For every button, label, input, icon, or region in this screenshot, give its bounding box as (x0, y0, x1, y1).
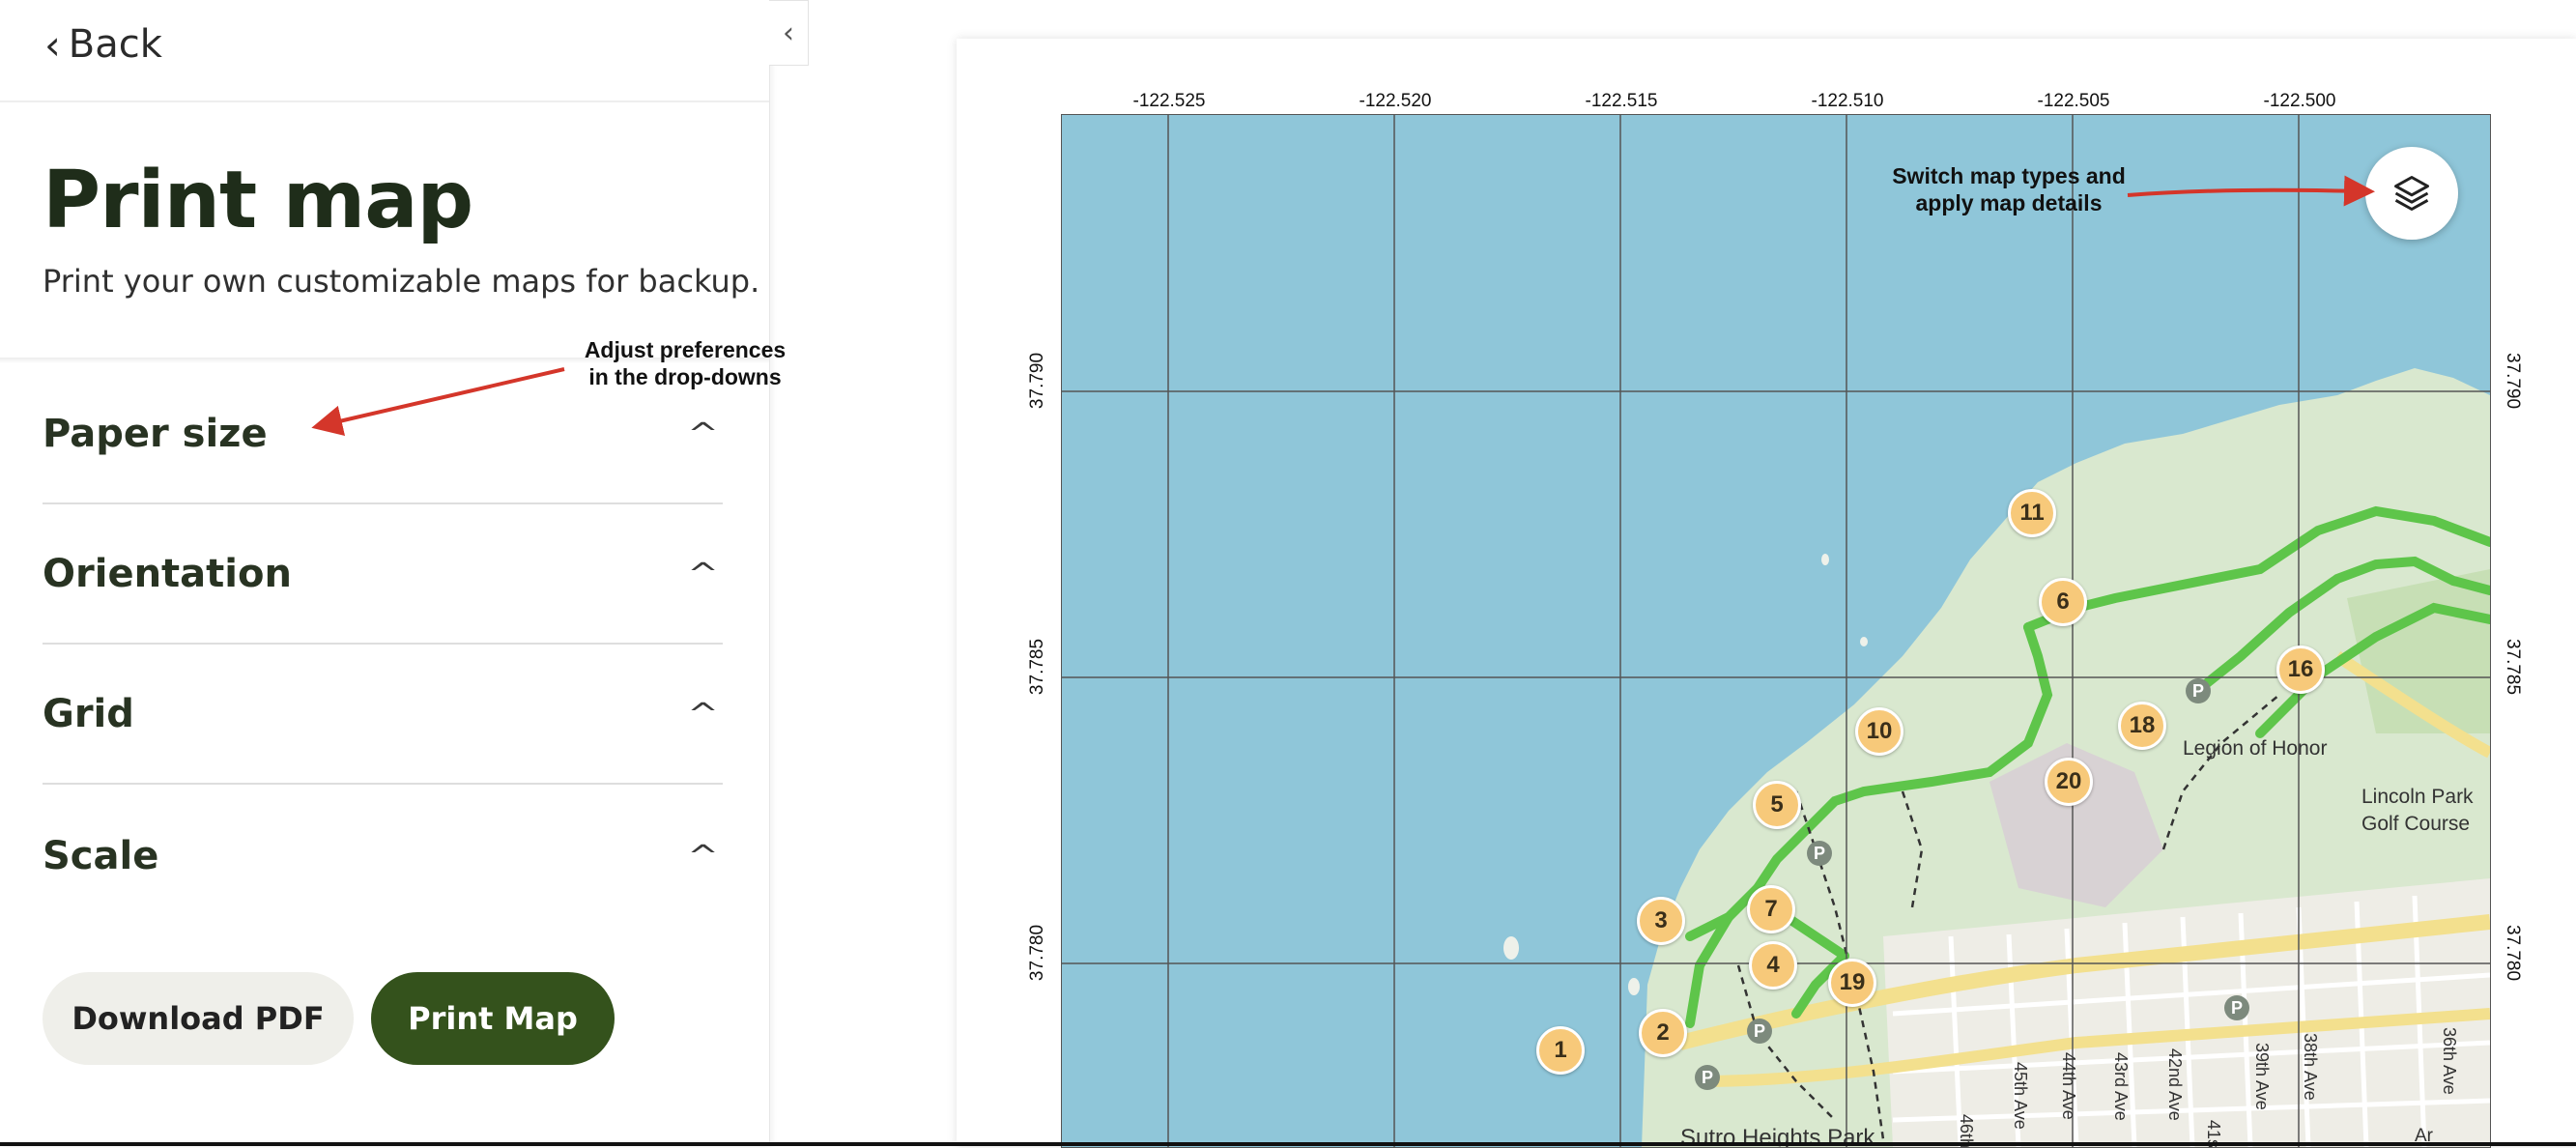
rock (1821, 554, 1829, 565)
parking-icon: P (1695, 1065, 1720, 1090)
parking-icon: P (1747, 1019, 1772, 1044)
parking-icon: P (2186, 678, 2211, 703)
rock (1860, 637, 1868, 646)
map-layers-button[interactable] (2365, 147, 2458, 240)
lat-tick: 37.790 (2503, 352, 2523, 410)
waypoint-marker[interactable]: 18 (2118, 702, 2166, 750)
annotation-line: Switch map types and (1892, 163, 2126, 188)
street-label: 42nd Ave (2165, 1048, 2185, 1121)
street-label: 44th Ave (2059, 1052, 2078, 1120)
svg-text:P: P (2231, 998, 2243, 1018)
annotation-line: apply map details (1915, 190, 2103, 215)
street-label: 36th Ave (2440, 1027, 2459, 1095)
waypoint-marker[interactable]: 1 (1536, 1026, 1585, 1075)
parking-icon: P (2224, 995, 2249, 1020)
waypoint-marker[interactable]: 5 (1753, 781, 1801, 829)
lat-tick: 37.780 (2503, 924, 2523, 982)
svg-text:P: P (1702, 1068, 1713, 1087)
lon-tick: -122.525 (1132, 91, 1206, 111)
rock (1503, 936, 1519, 960)
bottom-edge (0, 1142, 2576, 1146)
lat-tick: 37.780 (1027, 924, 1047, 982)
map-label-golf: Golf Course (2361, 813, 2470, 835)
lat-tick: 37.785 (2503, 638, 2523, 696)
street-label: 43rd Ave (2111, 1052, 2131, 1121)
waypoint-marker[interactable]: 20 (2045, 758, 2093, 806)
map-label-lincoln: Lincoln Park (2361, 786, 2474, 808)
svg-text:P: P (1814, 844, 1825, 863)
lon-tick: -122.500 (2263, 91, 2336, 111)
lon-tick: -122.520 (1359, 91, 1432, 111)
waypoint-marker[interactable]: 7 (1747, 885, 1795, 933)
street-label: 39th Ave (2252, 1043, 2272, 1110)
lon-tick: -122.515 (1585, 91, 1658, 111)
rock (1628, 978, 1640, 995)
map-svg: Legion of Honor Lincoln Park Golf Course… (1062, 115, 2490, 1147)
parking-icon: P (1807, 841, 1832, 866)
waypoint-marker[interactable]: 11 (2008, 489, 2056, 537)
layers-icon (2394, 176, 2429, 211)
waypoint-marker[interactable]: 3 (1637, 897, 1685, 945)
map-canvas[interactable]: Legion of Honor Lincoln Park Golf Course… (1061, 114, 2491, 1148)
svg-text:P: P (1754, 1021, 1765, 1041)
map-label-legion: Legion of Honor (2183, 737, 2327, 760)
waypoint-marker[interactable]: 2 (1639, 1009, 1687, 1057)
lon-tick: -122.505 (2037, 91, 2110, 111)
layers-annotation: Switch map types and apply map details (1878, 162, 2139, 216)
waypoint-marker[interactable]: 6 (2039, 578, 2087, 626)
street-label: 45th Ave (2011, 1062, 2030, 1130)
svg-text:P: P (2192, 681, 2204, 701)
lon-tick: -122.510 (1811, 91, 1884, 111)
lat-tick: 37.785 (1027, 638, 1047, 696)
waypoint-marker[interactable]: 4 (1749, 941, 1797, 990)
lat-tick: 37.790 (1027, 352, 1047, 410)
street-label: 38th Ave (2301, 1033, 2320, 1101)
waypoint-marker[interactable]: 10 (1855, 707, 1903, 756)
waypoint-marker[interactable]: 19 (1828, 959, 1876, 1007)
waypoint-marker[interactable]: 16 (2276, 646, 2325, 694)
